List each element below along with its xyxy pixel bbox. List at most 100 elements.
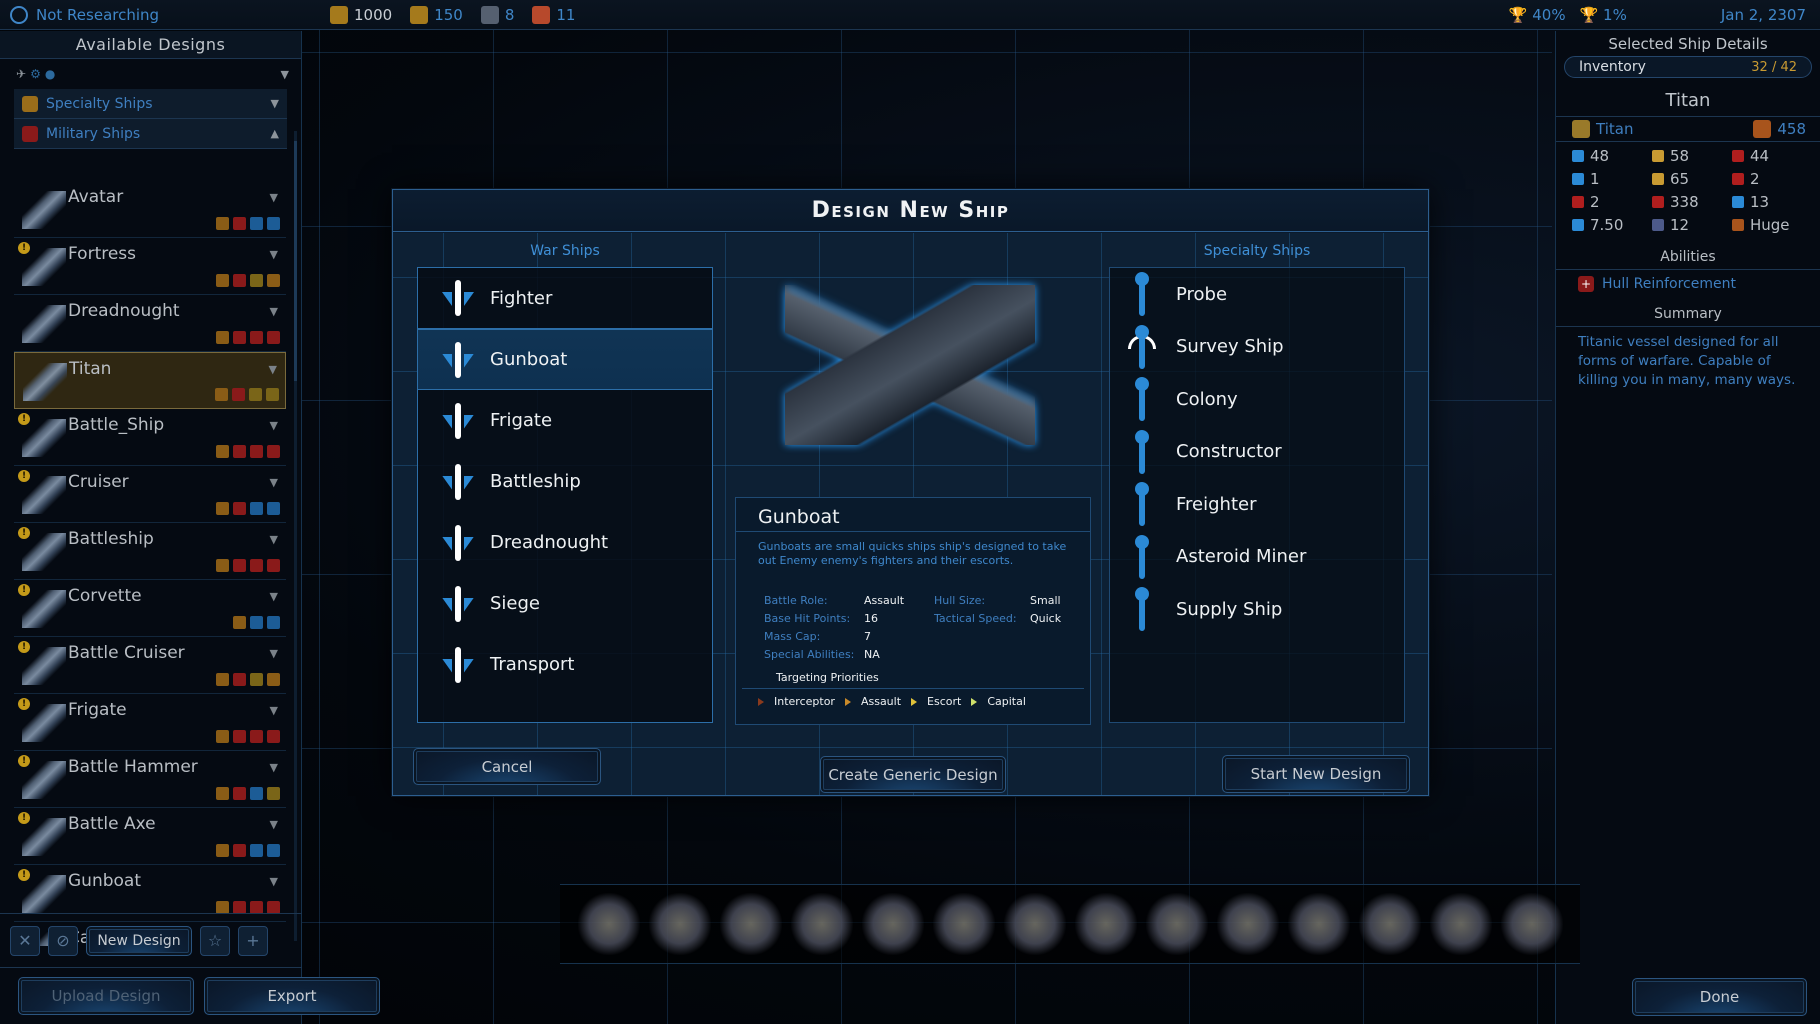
specialty-ships-icon [22, 95, 38, 112]
specialty-ship-option[interactable]: Constructor [1110, 426, 1404, 479]
start-new-design-button[interactable]: Start New Design [1222, 755, 1410, 793]
ship-filter-icon[interactable]: ✈ [16, 67, 26, 81]
design-badges [216, 730, 280, 743]
hangar-ship[interactable] [933, 893, 995, 955]
favorite-button[interactable]: ☆ [200, 925, 230, 956]
specialty-ship-option[interactable]: Survey Ship [1110, 321, 1404, 374]
design-list-item[interactable]: !Corvette▼ [14, 580, 286, 637]
hangar-ship[interactable] [1359, 893, 1421, 955]
chevron-down-icon[interactable]: ▼ [270, 761, 278, 774]
category-specialty-ships[interactable]: Specialty Ships ▼ [14, 89, 287, 119]
dreadnought-icon [440, 523, 476, 563]
hull-class: Titan [1596, 119, 1634, 138]
war-ship-option[interactable]: Frigate [418, 390, 712, 451]
ship-preview-image [785, 285, 1035, 445]
chevron-down-icon[interactable]: ▼ [270, 533, 278, 546]
badge-icon [250, 787, 263, 800]
hangar-ship[interactable] [578, 893, 640, 955]
badge-icon [267, 673, 280, 686]
ability-item[interactable]: + Hull Reinforcement [1556, 270, 1820, 298]
war-ship-option[interactable]: Transport [418, 634, 712, 695]
hangar-ship[interactable] [1501, 893, 1563, 955]
design-list-item[interactable]: !Battle Hammer▼ [14, 751, 286, 808]
chevron-down-icon[interactable]: ▼ [270, 476, 278, 489]
war-ship-label: Battleship [490, 471, 581, 492]
design-list-item[interactable]: !Fortress▼ [14, 238, 286, 295]
chevron-down-icon[interactable]: ▼ [270, 248, 278, 261]
chevron-down-icon[interactable]: ▼ [269, 363, 277, 376]
design-list-item[interactable]: !Frigate▼ [14, 694, 286, 751]
design-list-item[interactable]: !Battle Cruiser▼ [14, 637, 286, 694]
specialty-ship-option[interactable]: Probe [1110, 268, 1404, 321]
star-icon: ☆ [207, 931, 223, 950]
lightbulb-icon [10, 5, 28, 24]
create-generic-design-button[interactable]: Create Generic Design [820, 756, 1006, 793]
design-list-item[interactable]: !Cruiser▼ [14, 466, 286, 523]
category-military-ships[interactable]: Military Ships ▲ [14, 119, 287, 149]
badge-icon [267, 217, 280, 230]
hangar-ship[interactable] [1004, 893, 1066, 955]
design-list-item[interactable]: !Battle_Ship▼ [14, 409, 286, 466]
missile-weapon-icon [1732, 150, 1744, 162]
research-status[interactable]: Not Researching [0, 5, 330, 24]
design-list-item[interactable]: Avatar ▼ [14, 181, 286, 238]
specialty-ship-option[interactable]: Freighter [1110, 478, 1404, 531]
hangar-ship[interactable] [862, 893, 924, 955]
chevron-down-icon[interactable]: ▼ [270, 191, 278, 204]
war-ship-option[interactable]: Siege [418, 573, 712, 634]
chevron-down-icon[interactable]: ▼ [270, 590, 278, 603]
hull-cost: 458 [1777, 119, 1806, 138]
resource-item: 8 [480, 5, 514, 24]
design-list-scrollbar[interactable] [294, 131, 297, 941]
scrollbar-thumb[interactable] [294, 141, 297, 381]
chevron-down-icon[interactable]: ▼ [270, 704, 278, 717]
delete-design-button[interactable]: ✕ [10, 925, 40, 956]
hangar-ship[interactable] [1146, 893, 1208, 955]
chevron-down-icon[interactable]: ▼ [270, 305, 278, 318]
armor-icon [1732, 173, 1744, 185]
ship-thumbnail [22, 305, 66, 343]
design-list-item[interactable]: !Battleship▼ [14, 523, 286, 580]
ship-thumbnail [22, 590, 66, 628]
info-description: Gunboats are small quicks ships ship's d… [758, 540, 1067, 567]
chevron-down-icon[interactable]: ▼ [270, 647, 278, 660]
war-ship-option[interactable]: Battleship [418, 451, 712, 512]
hangar-ship[interactable] [1288, 893, 1350, 955]
design-list-item[interactable]: !Battle Axe▼ [14, 808, 286, 865]
abilities-title: Abilities [1556, 249, 1820, 270]
specialty-ship-option[interactable]: Colony [1110, 373, 1404, 426]
war-ship-option[interactable]: Dreadnought [418, 512, 712, 573]
filter-dropdown-icon[interactable]: ▼ [281, 68, 289, 81]
export-button[interactable]: Export [204, 977, 380, 1015]
hangar-ship[interactable] [1217, 893, 1279, 955]
summary-title: Summary [1556, 306, 1820, 327]
design-badges [233, 616, 280, 629]
gear-filter-icon[interactable]: ⚙ [30, 67, 41, 81]
hangar-ship[interactable] [1075, 893, 1137, 955]
chevron-down-icon[interactable]: ▼ [270, 818, 278, 831]
upload-design-button[interactable]: Upload Design [18, 977, 194, 1015]
person-filter-icon[interactable]: ● [45, 67, 55, 81]
hide-design-button[interactable]: ⊘ [48, 925, 78, 956]
chevron-down-icon[interactable]: ▼ [270, 875, 278, 888]
hangar-ship[interactable] [649, 893, 711, 955]
add-button[interactable]: + [238, 925, 268, 956]
war-ship-option[interactable]: Fighter [418, 268, 712, 329]
badge-icon [250, 217, 263, 230]
badge-icon [233, 445, 246, 458]
war-ships-title: War Ships [530, 243, 600, 259]
victory-progress: 🏆 1% [1579, 6, 1627, 24]
specialty-ship-option[interactable]: Supply Ship [1110, 583, 1404, 636]
cancel-button[interactable]: Cancel [413, 748, 601, 785]
design-list-item[interactable]: Titan ▼ [14, 352, 286, 409]
hangar-ship[interactable] [791, 893, 853, 955]
design-list-item[interactable]: Dreadnought ▼ [14, 295, 286, 352]
new-design-button[interactable]: New Design [86, 925, 192, 956]
war-ship-option[interactable]: Gunboat [418, 329, 712, 390]
done-button[interactable]: Done [1632, 978, 1807, 1016]
info-field-label: Hull Size: [934, 594, 986, 607]
chevron-down-icon[interactable]: ▼ [270, 419, 278, 432]
specialty-ship-option[interactable]: Asteroid Miner [1110, 531, 1404, 584]
hangar-ship[interactable] [720, 893, 782, 955]
hangar-ship[interactable] [1430, 893, 1492, 955]
